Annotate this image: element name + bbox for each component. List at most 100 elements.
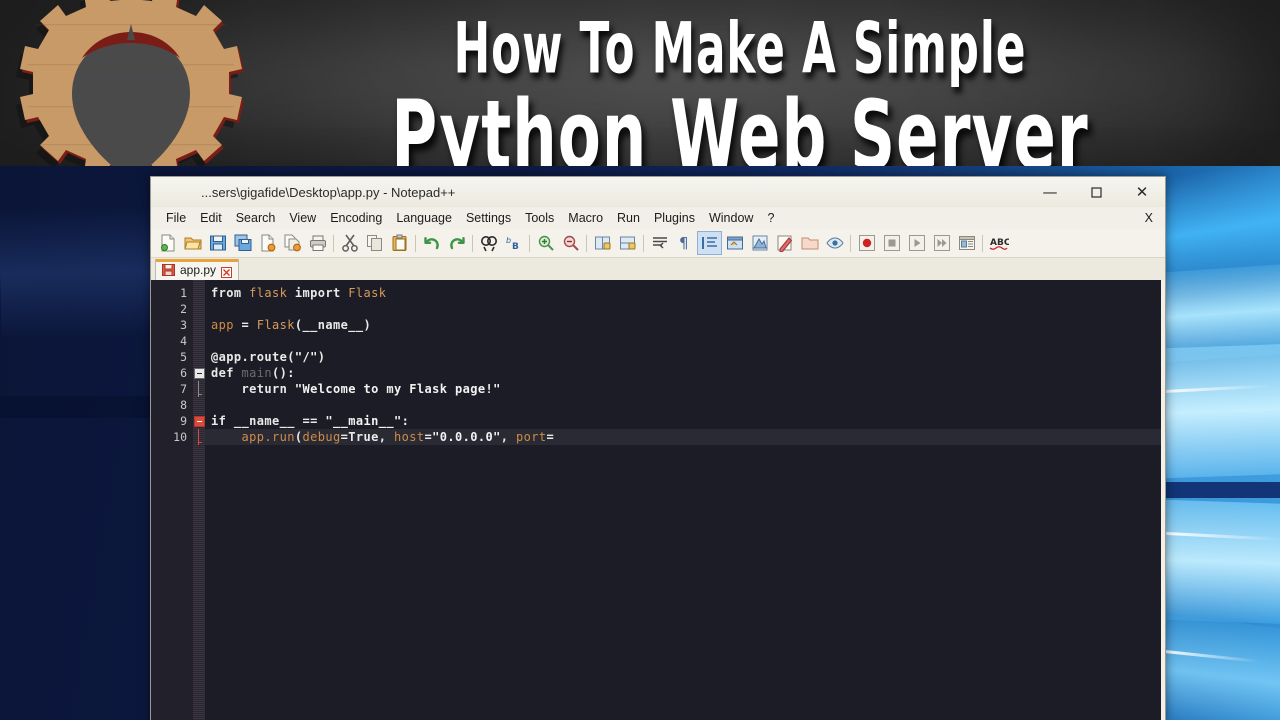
playback-macro-icon[interactable] bbox=[904, 231, 929, 255]
line-number-gutter: 1 2 3 4 5 6 7 8 9 10 bbox=[151, 280, 193, 720]
video-title-banner: How To Make A Simple Python Web Server bbox=[0, 0, 1280, 166]
find-icon[interactable] bbox=[476, 231, 501, 255]
monitoring-icon[interactable] bbox=[822, 231, 847, 255]
save-red-icon bbox=[162, 264, 175, 276]
gear-icon bbox=[16, 0, 244, 166]
menu-item-help[interactable]: ? bbox=[760, 208, 781, 228]
new-file-icon[interactable] bbox=[155, 231, 180, 255]
redo-icon[interactable] bbox=[444, 231, 469, 255]
line-number: 3 bbox=[180, 318, 187, 332]
window-title-bar[interactable]: ...sers\gigafide\Desktop\app.py - Notepa… bbox=[151, 177, 1165, 207]
toolbar: bB ¶ ABC bbox=[151, 229, 1165, 258]
code-line-6: def main(): bbox=[211, 366, 295, 380]
menu-item-language[interactable]: Language bbox=[389, 208, 459, 228]
line-number: 2 bbox=[180, 302, 187, 316]
spell-check-icon[interactable]: ABC bbox=[986, 231, 1011, 255]
paste-icon[interactable] bbox=[387, 231, 412, 255]
sync-horizontal-scroll-icon[interactable] bbox=[615, 231, 640, 255]
open-file-icon[interactable] bbox=[180, 231, 205, 255]
code-line-9: if __name__ == "__main__": bbox=[211, 414, 410, 428]
banner-title-block: How To Make A Simple Python Web Server bbox=[300, 4, 1180, 166]
svg-text:b: b bbox=[506, 236, 511, 245]
menu-item-window[interactable]: Window bbox=[702, 208, 760, 228]
line-number: 9 bbox=[180, 414, 187, 428]
wooden-gear-acorn-logo bbox=[6, 0, 256, 166]
code-line-5: @app.route("/") bbox=[211, 350, 326, 364]
fold-tail-line-10 bbox=[193, 429, 205, 445]
folder-as-workspace-icon[interactable] bbox=[797, 231, 822, 255]
tab-app-py[interactable]: app.py bbox=[155, 259, 240, 280]
menu-item-encoding[interactable]: Encoding bbox=[323, 208, 389, 228]
save-current-recorded-macro-icon[interactable] bbox=[954, 231, 979, 255]
menu-item-settings[interactable]: Settings bbox=[459, 208, 518, 228]
run-macro-multiple-times-icon[interactable] bbox=[929, 231, 954, 255]
undo-icon[interactable] bbox=[419, 231, 444, 255]
close-all-files-icon[interactable] bbox=[280, 231, 305, 255]
code-editor[interactable]: 1 2 3 4 5 6 7 8 9 10 from flask import F… bbox=[151, 280, 1165, 720]
zoom-in-icon[interactable] bbox=[533, 231, 558, 255]
start-recording-macro-icon[interactable] bbox=[854, 231, 879, 255]
fold-tail-line-7 bbox=[193, 381, 205, 397]
svg-text:B: B bbox=[512, 242, 519, 252]
indent-guide-icon[interactable] bbox=[697, 231, 722, 255]
sync-vertical-scroll-icon[interactable] bbox=[590, 231, 615, 255]
maximize-icon bbox=[1090, 186, 1102, 198]
code-folding-margin[interactable] bbox=[193, 280, 205, 720]
word-wrap-icon[interactable] bbox=[647, 231, 672, 255]
code-line-10: app.run(debug=True, host="0.0.0.0", port… bbox=[205, 429, 1165, 445]
window-title-text: ...sers\gigafide\Desktop\app.py - Notepa… bbox=[201, 184, 456, 200]
menu-item-tools[interactable]: Tools bbox=[518, 208, 561, 228]
banner-title-line2: Python Web Server bbox=[391, 79, 1089, 166]
tab-label: app.py bbox=[180, 263, 217, 277]
close-tab-icon[interactable] bbox=[221, 265, 233, 278]
editor-right-border bbox=[1161, 280, 1165, 720]
save-all-icon[interactable] bbox=[230, 231, 255, 255]
code-line-3: app = Flask(__name__) bbox=[211, 318, 372, 332]
close-document-button[interactable]: X bbox=[1145, 211, 1153, 225]
cut-icon[interactable] bbox=[337, 231, 362, 255]
line-number: 6 bbox=[180, 366, 187, 380]
menu-item-run[interactable]: Run bbox=[610, 208, 647, 228]
save-icon[interactable] bbox=[205, 231, 230, 255]
close-window-button[interactable]: ✕ bbox=[1119, 177, 1165, 207]
line-number: 8 bbox=[180, 398, 187, 412]
window-controls: — ✕ bbox=[1027, 177, 1165, 207]
maximize-button[interactable] bbox=[1073, 177, 1119, 207]
code-text-area[interactable]: from flask import Flask app = Flask(__na… bbox=[205, 280, 1165, 720]
replace-icon[interactable]: bB bbox=[501, 231, 526, 255]
line-number: 5 bbox=[180, 350, 187, 364]
fold-toggle-line-6[interactable] bbox=[193, 365, 205, 381]
code-line-7: return "Welcome to my Flask page!" bbox=[211, 382, 501, 396]
menu-item-edit[interactable]: Edit bbox=[193, 208, 229, 228]
close-file-icon[interactable] bbox=[255, 231, 280, 255]
print-icon[interactable] bbox=[305, 231, 330, 255]
menu-item-plugins[interactable]: Plugins bbox=[647, 208, 702, 228]
copy-icon[interactable] bbox=[362, 231, 387, 255]
document-tab-bar: app.py bbox=[151, 258, 1165, 280]
menu-item-file[interactable]: File bbox=[159, 208, 193, 228]
code-line-1: from flask import Flask bbox=[211, 286, 387, 300]
line-number: 1 bbox=[180, 286, 187, 300]
minimize-button[interactable]: — bbox=[1027, 177, 1073, 207]
menu-bar: File Edit Search View Encoding Language … bbox=[151, 207, 1165, 229]
document-map-icon[interactable] bbox=[747, 231, 772, 255]
notepad-plus-plus-window: ...sers\gigafide\Desktop\app.py - Notepa… bbox=[150, 176, 1166, 720]
svg-text:¶: ¶ bbox=[679, 234, 689, 252]
line-number: 4 bbox=[180, 334, 187, 348]
fold-toggle-line-9[interactable] bbox=[193, 413, 205, 429]
menu-item-view[interactable]: View bbox=[282, 208, 323, 228]
menu-item-macro[interactable]: Macro bbox=[561, 208, 610, 228]
screenshot-root: How To Make A Simple Python Web Server .… bbox=[0, 0, 1280, 720]
banner-title-line1: How To Make A Simple bbox=[453, 8, 1027, 91]
line-number: 10 bbox=[173, 430, 187, 444]
function-list-icon[interactable] bbox=[772, 231, 797, 255]
menu-item-search[interactable]: Search bbox=[229, 208, 283, 228]
show-all-characters-icon[interactable]: ¶ bbox=[672, 231, 697, 255]
user-defined-dialog-icon[interactable] bbox=[722, 231, 747, 255]
line-number: 7 bbox=[180, 382, 187, 396]
zoom-out-icon[interactable] bbox=[558, 231, 583, 255]
stop-recording-macro-icon[interactable] bbox=[879, 231, 904, 255]
